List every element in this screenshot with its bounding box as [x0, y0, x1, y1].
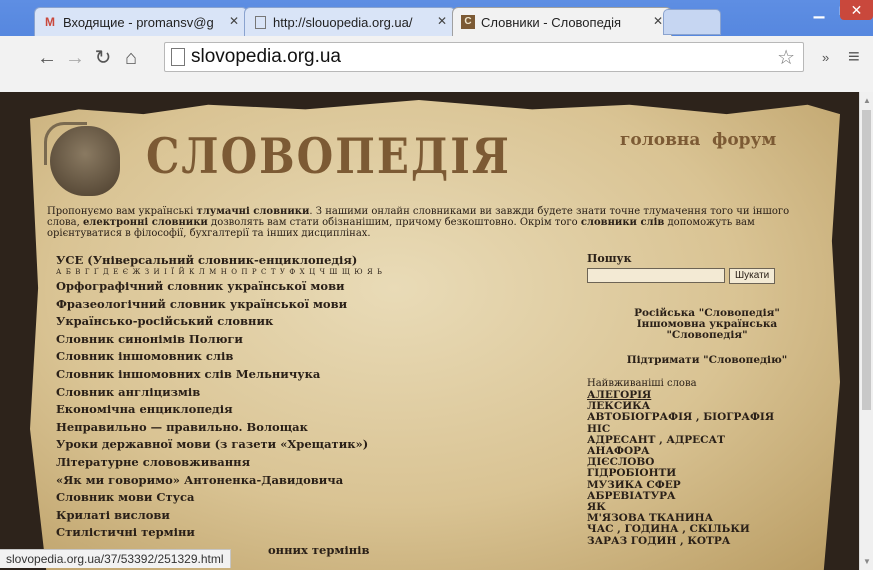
- alphabet-index[interactable]: А Б В Г Ґ Д Е Є Ж З И І Ї Й К Л М Н О П …: [56, 267, 576, 278]
- close-icon[interactable]: ✕: [229, 14, 239, 28]
- dictionary-link[interactable]: Словник синонімів Полюги: [56, 331, 576, 349]
- search-label: Пошук: [587, 252, 632, 265]
- tab-label: Словники - Словопедія: [481, 15, 622, 30]
- extensions-overflow-icon[interactable]: »: [822, 50, 829, 65]
- address-bar[interactable]: slovopedia.org.ua ☆: [164, 42, 804, 72]
- scrollbar-thumb[interactable]: [862, 110, 871, 410]
- dictionary-link[interactable]: Словник іншомовник слів: [56, 348, 576, 366]
- foreign-slovopedia-link[interactable]: Іншомовна українська "Словопедія": [627, 319, 787, 341]
- intro-link-2[interactable]: електронні словники: [83, 217, 208, 228]
- address-text[interactable]: slovopedia.org.ua: [191, 46, 341, 68]
- intro-link-3[interactable]: словники слів: [581, 217, 665, 228]
- site-logo[interactable]: СЛОВОПЕДІЯ: [146, 128, 511, 184]
- tab-slovopedia[interactable]: C Словники - Словопедія ✕: [452, 7, 672, 36]
- dictionary-link[interactable]: Фразеологічний словник української мови: [56, 296, 576, 314]
- back-icon[interactable]: ←: [36, 46, 58, 70]
- home-icon[interactable]: ⌂: [120, 46, 142, 70]
- tab-slouopedia[interactable]: http://slouopedia.org.ua/ ✕: [244, 7, 456, 36]
- search-button[interactable]: Шукати: [729, 268, 776, 284]
- dictionary-link[interactable]: Стилістичні терміни: [56, 524, 576, 542]
- dictionary-link[interactable]: «Як ми говоримо» Антоненка-Давидовича: [56, 472, 576, 490]
- dictionary-link[interactable]: Економічна енциклопедія: [56, 401, 576, 419]
- scroll-down-icon[interactable]: ▼: [863, 557, 871, 566]
- dictionary-link[interactable]: УСЕ (Універсальний словник-енциклопедія): [56, 254, 576, 267]
- word-link[interactable]: АБРЕВІАТУРА: [587, 490, 827, 502]
- dictionary-link[interactable]: Крилаті вислови: [56, 507, 576, 525]
- dictionary-link[interactable]: Словник англіцизмів: [56, 384, 576, 402]
- site-icon: C: [461, 15, 475, 29]
- search-input[interactable]: [587, 268, 725, 283]
- tab-strip: M Входящие - promansv@g ✕ http://slouope…: [0, 0, 873, 36]
- word-link[interactable]: АВТОБІОГРАФІЯ , БІОГРАФІЯ: [587, 412, 827, 423]
- dictionary-link[interactable]: Уроки державної мови (з газети «Хрещатик…: [56, 436, 576, 454]
- search-row: Шукати: [587, 268, 827, 290]
- page-icon: [171, 48, 185, 66]
- nav-forum-link[interactable]: форум: [712, 130, 776, 150]
- new-tab-button[interactable]: [663, 9, 721, 35]
- logo-portrait: [50, 126, 120, 196]
- word-link[interactable]: ЗАРАЗ ГОДИН , КОТРА: [587, 535, 827, 547]
- intro-text-part: дозволять вам стати обізнанішим, причому…: [207, 217, 581, 228]
- support-link[interactable]: Підтримати "Словопедію": [587, 355, 827, 366]
- reload-icon[interactable]: ↻: [92, 46, 114, 70]
- word-link[interactable]: ГІДРОБІОНТИ: [587, 468, 827, 479]
- bookmark-star-icon[interactable]: ☆: [777, 45, 795, 70]
- browser-toolbar: ← → ↻ ⌂ slovopedia.org.ua ☆ » ≡: [0, 36, 873, 93]
- dictionary-link[interactable]: Літературне слововживання: [56, 454, 576, 472]
- dictionary-link[interactable]: Орфографічний словник української мови: [56, 278, 576, 296]
- minimize-icon[interactable]: ▁: [805, 0, 833, 20]
- intro-text-part: Пропонуємо вам українські: [47, 206, 197, 217]
- tab-label: http://slouopedia.org.ua/: [273, 15, 413, 30]
- forward-icon[interactable]: →: [64, 46, 86, 70]
- scroll-up-icon[interactable]: ▲: [863, 96, 871, 105]
- dictionary-link[interactable]: Українсько-російський словник: [56, 313, 576, 331]
- page-viewport: СЛОВОПЕДІЯ головна форум Пропонуємо вам …: [0, 92, 859, 570]
- dictionary-list: УСЕ (Універсальний словник-енциклопедія)…: [56, 254, 576, 560]
- status-bar-url: slovopedia.org.ua/37/53392/251329.html: [0, 549, 231, 568]
- intro-link-1[interactable]: тлумачні словники: [197, 206, 310, 217]
- close-icon[interactable]: ✕: [437, 14, 447, 28]
- gmail-icon: M: [45, 15, 55, 29]
- dictionary-link[interactable]: Словник мови Стуса: [56, 489, 576, 507]
- tab-inbox[interactable]: M Входящие - promansv@g ✕: [34, 7, 248, 36]
- page-icon: [255, 16, 266, 29]
- close-icon[interactable]: ✕: [653, 14, 663, 28]
- vertical-scrollbar[interactable]: ▲ ▼: [859, 92, 873, 570]
- tab-label: Входящие - promansv@g: [63, 15, 214, 30]
- nav-home-link[interactable]: головна: [620, 130, 700, 150]
- menu-icon[interactable]: ≡: [848, 46, 860, 69]
- word-link[interactable]: ЧАС , ГОДИНА , СКІЛЬКИ: [587, 524, 827, 535]
- close-window-icon[interactable]: ✕: [840, 0, 873, 20]
- intro-text: Пропонуємо вам українські тлумачні словн…: [47, 206, 807, 239]
- sidebar: Пошук Шукати Російська "Словопедія" Іншо…: [587, 252, 827, 547]
- browser-window-frame: M Входящие - promansv@g ✕ http://slouope…: [0, 0, 873, 93]
- dictionary-link[interactable]: Словник іншомовних слів Мельничука: [56, 366, 576, 384]
- dictionary-link[interactable]: Неправильно — правильно. Волощак: [56, 419, 576, 437]
